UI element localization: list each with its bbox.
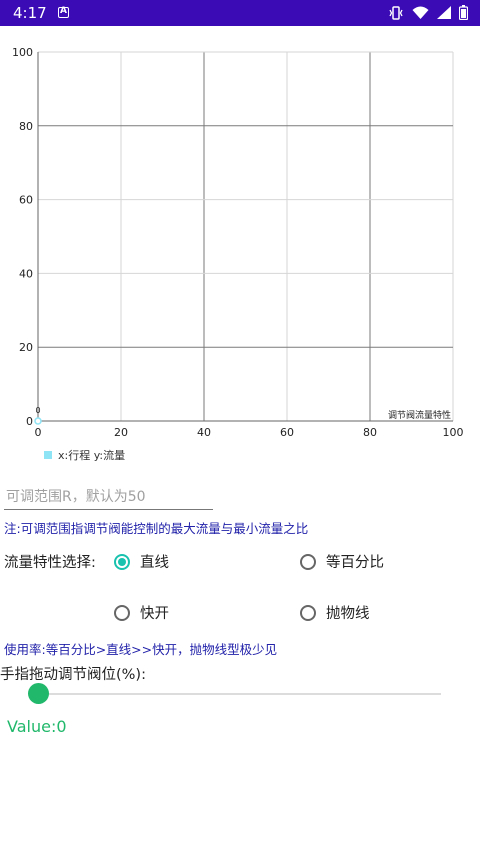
a-letter-icon: A: [58, 6, 69, 18]
valve-position-slider-thumb[interactable]: [28, 683, 49, 704]
x-tick-label-100: 100: [443, 426, 464, 439]
x-tick-label-60: 60: [280, 426, 294, 439]
valve-position-slider-track[interactable]: [39, 693, 441, 695]
status-bar: 4:17 A: [0, 0, 480, 26]
radio-parabolic-circle[interactable]: [300, 604, 316, 621]
chart-legend: x:行程 y:流量: [44, 447, 125, 463]
chart-description: 调节阀流量特性: [388, 409, 451, 421]
y-tick-label-80: 80: [19, 120, 33, 133]
status-time: 4:17: [13, 4, 47, 22]
slider-label: 手指拖动调节阀位(%):: [0, 667, 146, 683]
radio-quick-open-circle[interactable]: [114, 604, 130, 621]
flow-characteristic-label: 流量特性选择:: [4, 555, 96, 571]
y-tick-label-20: 20: [19, 341, 33, 354]
x-tick-label-20: 20: [114, 426, 128, 439]
radio-quick-open-label: 快开: [140, 606, 169, 622]
radio-linear-circle[interactable]: [114, 553, 130, 570]
data-label-0-0: 0: [35, 406, 40, 415]
usage-note: 使用率:等百分比>直线>>快开，抛物线型极少见: [4, 642, 278, 657]
wifi-icon: [412, 6, 429, 19]
legend-swatch: [44, 451, 52, 459]
radio-parabolic-label: 抛物线: [326, 606, 370, 622]
radio-equal-percentage-label: 等百分比: [326, 555, 384, 571]
radio-quick-open[interactable]: 快开: [114, 602, 169, 623]
battery-icon: [459, 5, 468, 20]
y-tick-label-60: 60: [19, 194, 33, 207]
radio-equal-percentage-circle[interactable]: [300, 553, 316, 570]
y-tick-label-0: 0: [26, 415, 33, 428]
legend-label: x:行程 y:流量: [58, 449, 126, 462]
y-tick-label-40: 40: [19, 267, 33, 280]
slider-value-text: Value:0: [7, 717, 67, 736]
vibrate-icon: [389, 5, 403, 20]
flow-characteristic-chart: 0 20 40 60 80 100 0 20 40 60 80 100 0 调节阀流量特性: [0, 40, 480, 470]
x-tick-label-0: 0: [35, 426, 42, 439]
data-point-0-0: [34, 417, 42, 425]
radio-parabolic[interactable]: 抛物线: [300, 602, 370, 623]
range-note: 注:可调范围指调节阀能控制的最大流量与最小流量之比: [4, 521, 309, 536]
x-tick-label-80: 80: [363, 426, 377, 439]
radio-equal-percentage[interactable]: 等百分比: [300, 551, 384, 572]
chart-svg: 0 20 40 60 80 100 0 20 40 60 80 100 0 调节阀流量特性: [12, 46, 464, 439]
signal-icon: [437, 6, 451, 19]
radio-linear-label: 直线: [140, 555, 169, 571]
radio-linear[interactable]: 直线: [114, 551, 169, 572]
x-tick-label-40: 40: [197, 426, 211, 439]
y-tick-label-100: 100: [12, 46, 33, 59]
range-input[interactable]: [4, 485, 213, 510]
